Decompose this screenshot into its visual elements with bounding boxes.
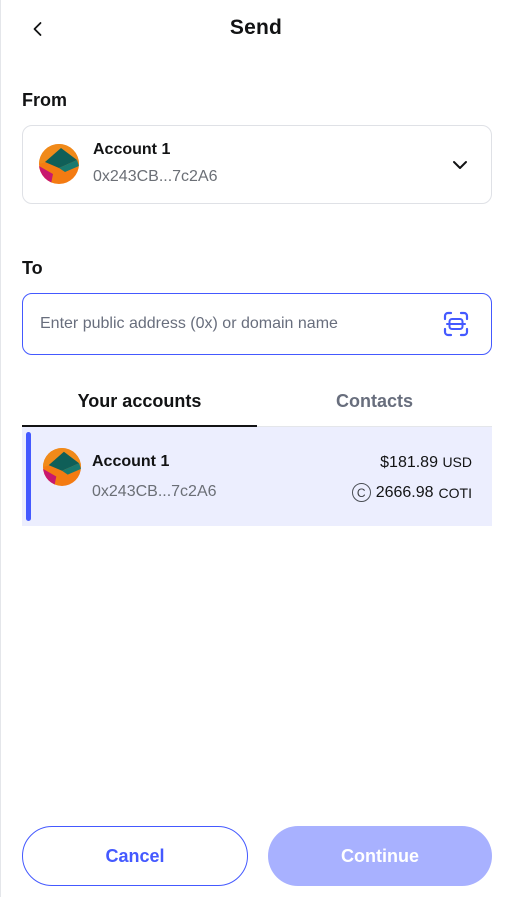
to-label: To (22, 258, 43, 278)
tab-your-accounts[interactable]: Your accounts (22, 380, 257, 427)
from-account-selector[interactable]: Account 1 0x243CB...7c2A6 (22, 125, 492, 204)
account-list-item[interactable]: Account 1 0x243CB...7c2A6 $181.89 USD C … (22, 427, 492, 526)
recipient-field[interactable] (22, 293, 492, 355)
account-avatar (39, 144, 79, 184)
window-edge (0, 0, 1, 897)
account-name: Account 1 (92, 453, 170, 470)
qr-scan-icon[interactable] (443, 311, 469, 337)
token-unit: COTI (438, 484, 472, 501)
from-account-name: Account 1 (93, 141, 171, 158)
token-balance: C 2666.98 COTI (351, 483, 472, 502)
coti-token-icon: C (351, 483, 371, 502)
chevron-down-icon[interactable] (449, 154, 471, 176)
fiat-balance: $181.89 USD (380, 454, 472, 472)
fiat-unit: USD (442, 454, 472, 470)
tab-contacts[interactable]: Contacts (257, 380, 492, 427)
account-address: 0x243CB...7c2A6 (92, 483, 217, 500)
selected-indicator (26, 432, 31, 521)
from-account-address: 0x243CB...7c2A6 (93, 168, 218, 185)
account-avatar (43, 448, 81, 486)
fiat-value: $181.89 (380, 454, 438, 471)
header: Send (0, 0, 512, 60)
from-label: From (22, 90, 67, 110)
page-title: Send (229, 16, 283, 39)
continue-button[interactable]: Continue (268, 826, 492, 886)
cancel-button[interactable]: Cancel (22, 826, 248, 886)
recipient-input[interactable] (40, 294, 430, 354)
recipient-tabs: Your accounts Contacts (22, 380, 492, 427)
token-value: 2666.98 (375, 483, 434, 501)
